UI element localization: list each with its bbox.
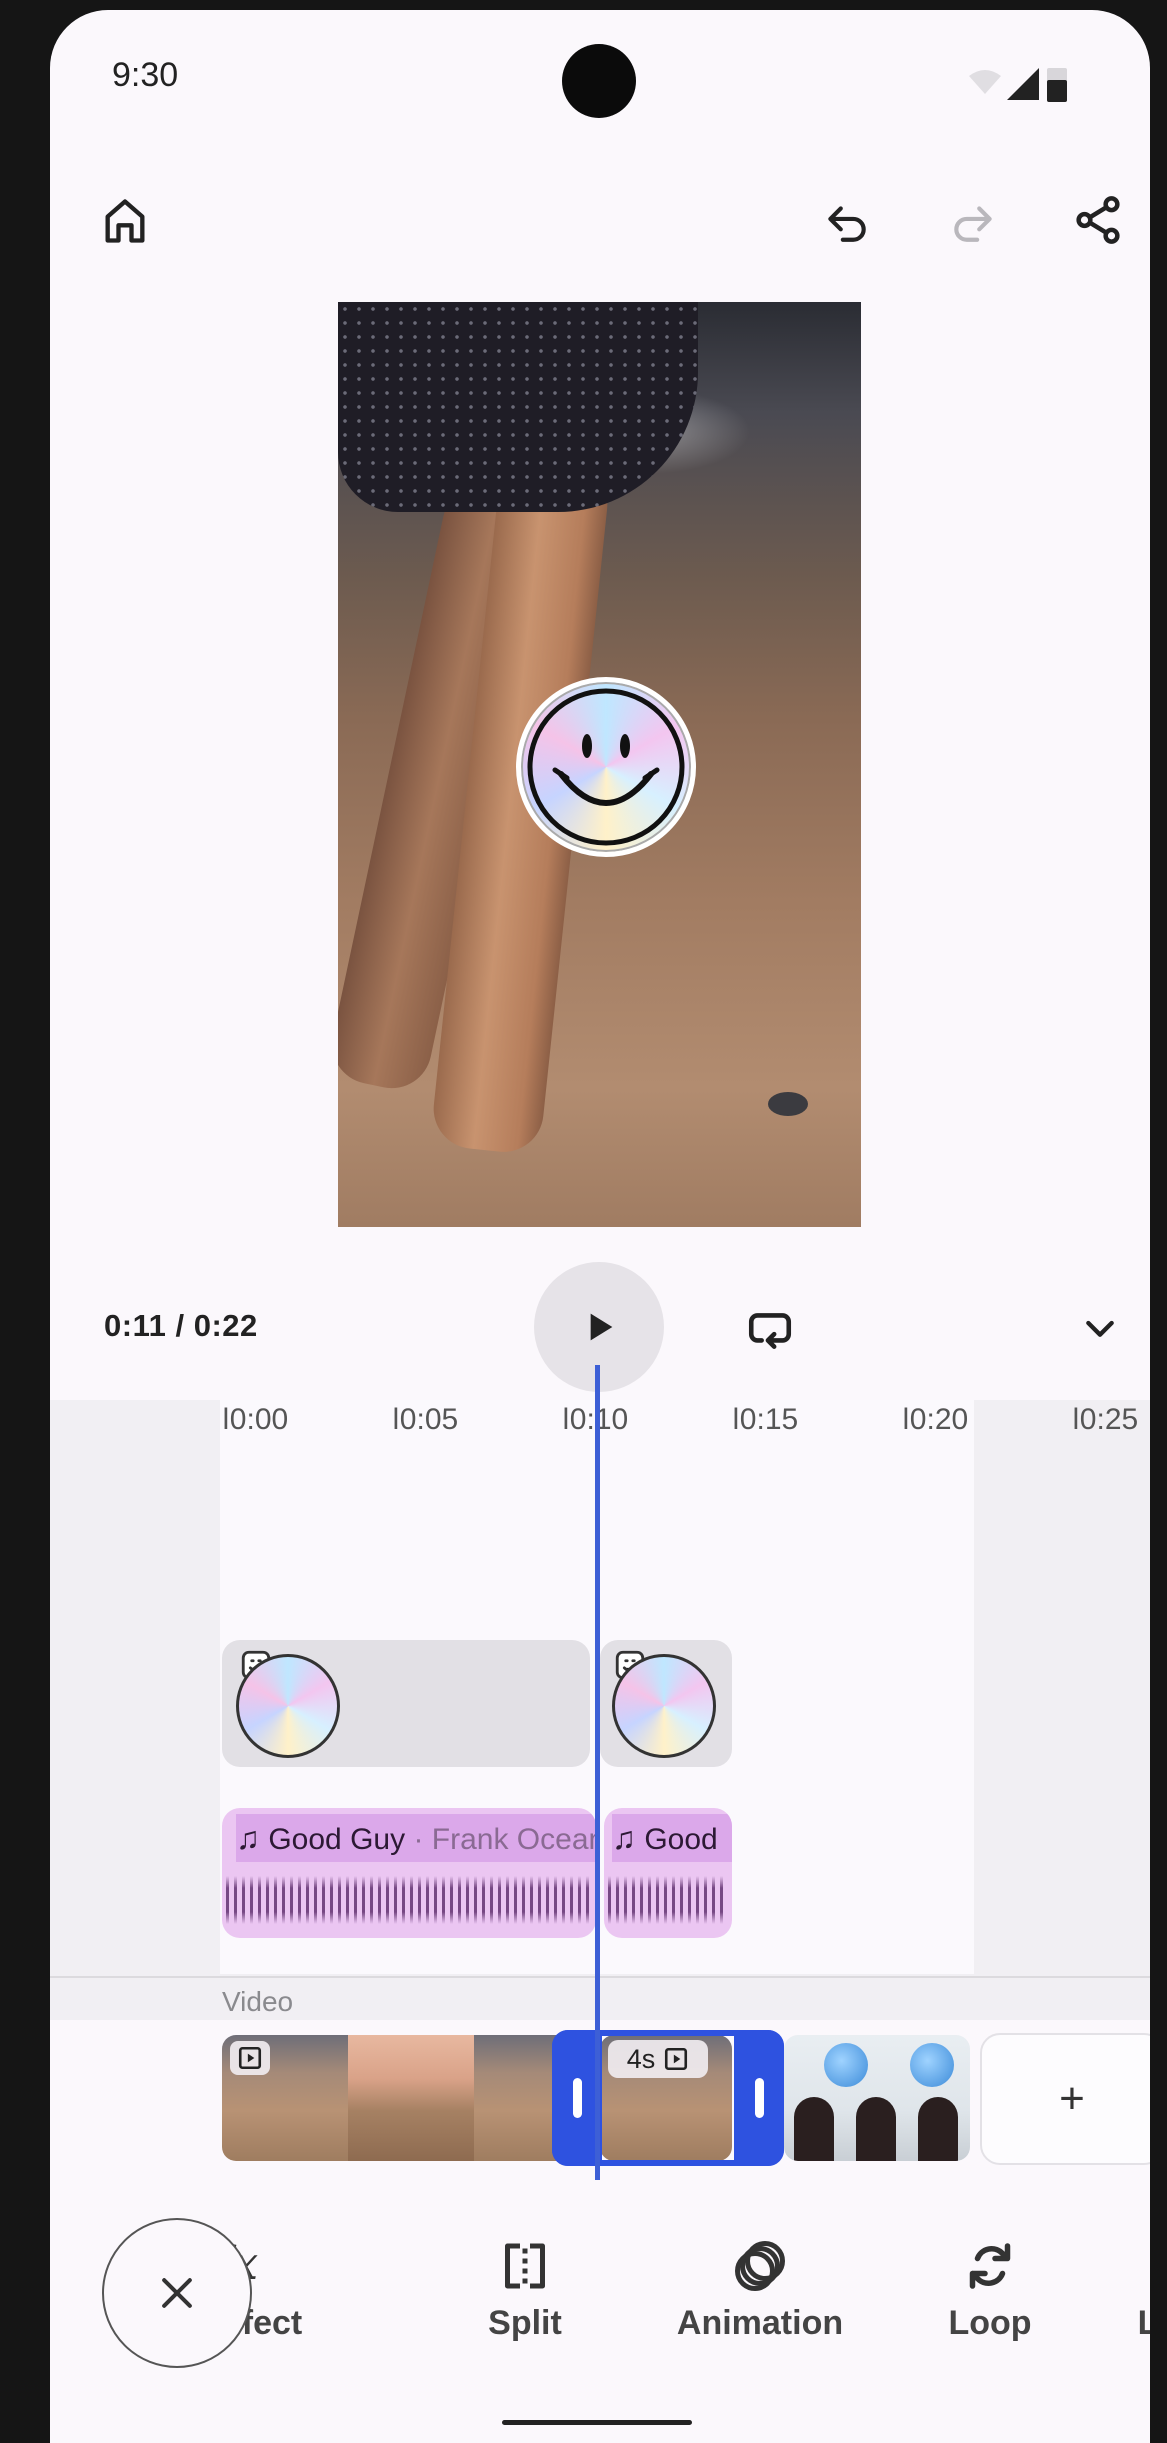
sticker-clip[interactable]: [222, 1640, 590, 1767]
wifi-icon: [969, 70, 1001, 94]
music-note-icon: ♫: [236, 1820, 260, 1856]
share-icon: [1076, 196, 1120, 244]
globe-icon: [824, 2043, 868, 2087]
gesture-bar[interactable]: [502, 2420, 692, 2425]
total-time: 0:22: [193, 1308, 258, 1343]
tool-label: L: [1137, 2304, 1150, 2342]
audio-clip[interactable]: ♫ Good: [604, 1808, 732, 1938]
front-camera: [562, 44, 636, 118]
current-time: 0:11: [104, 1308, 167, 1343]
sticker-clip[interactable]: [600, 1640, 732, 1767]
add-clip-button[interactable]: +: [980, 2033, 1150, 2165]
chevron-down-icon: [1086, 1320, 1114, 1337]
trim-handle-right[interactable]: [734, 2030, 784, 2166]
undo-button[interactable]: [812, 186, 882, 256]
ruler-tick: ǀ0:25: [1072, 1403, 1139, 1436]
ruler-tick: ǀ0:20: [902, 1403, 969, 1436]
video-type-icon: [665, 2047, 688, 2071]
close-icon: [162, 2278, 192, 2308]
ruler-tick: ǀ0:05: [392, 1403, 459, 1436]
video-preview[interactable]: [338, 302, 861, 1227]
playhead[interactable]: [595, 1365, 600, 2180]
song-name: Good Guy: [268, 1823, 406, 1856]
tool-animation[interactable]: Animation: [665, 2236, 855, 2343]
collapse-button[interactable]: [1070, 1298, 1130, 1358]
smiley-sticker[interactable]: [516, 677, 696, 857]
status-icons: [965, 62, 1085, 111]
ruler-tick: ǀ0:15: [732, 1403, 799, 1436]
close-tools-button[interactable]: [102, 2218, 252, 2368]
phone-screen: 9:30 0:11 / 0:22 ǀ0:00 ǀ0:05 ǀ ǀ0:15 ǀ0:…: [50, 10, 1150, 2443]
audio-waveform: [608, 1870, 728, 1930]
track-divider: [50, 1976, 1150, 1978]
tool-label: Animation: [676, 2304, 844, 2342]
video-type-icon: [230, 2041, 270, 2075]
preview-loop-button[interactable]: [740, 1300, 800, 1360]
artist-name: Frank Ocean: [431, 1823, 596, 1856]
loop-preview-icon: [748, 1313, 792, 1349]
globe-icon: [910, 2043, 954, 2087]
play-icon: [590, 1313, 613, 1341]
audio-clip-title: ♫ Good Guy · Frank Ocean: [236, 1814, 596, 1862]
home-button[interactable]: [90, 186, 160, 256]
redo-icon: [954, 206, 992, 242]
selfie-person: [918, 2097, 958, 2161]
sticker-thumbnail: [612, 1654, 716, 1758]
video-clip[interactable]: [784, 2035, 970, 2161]
undo-icon: [828, 206, 866, 242]
tool-label: Split: [488, 2304, 562, 2342]
home-icon: [105, 199, 145, 243]
video-frame: [348, 2035, 474, 2161]
audio-clip-title: ♫ Good: [612, 1814, 732, 1862]
tool-more[interactable]: L: [1128, 2236, 1150, 2343]
video-track-label: Video: [222, 1986, 294, 2017]
selfie-person: [794, 2097, 834, 2161]
selfie-person: [856, 2097, 896, 2161]
clip-duration-badge: 4s: [608, 2040, 708, 2078]
smiley-face-icon: [527, 688, 685, 846]
time-separator: /: [175, 1308, 185, 1343]
tool-loop[interactable]: Loop: [930, 2236, 1050, 2343]
loop-icon: [969, 2243, 1011, 2289]
animation-icon: [735, 2241, 785, 2291]
split-icon: [505, 2243, 545, 2289]
audio-clip[interactable]: ♫ Good Guy · Frank Ocean: [222, 1808, 596, 1938]
status-time: 9:30: [112, 56, 179, 94]
sticker-thumbnail: [236, 1654, 340, 1758]
share-button[interactable]: [1062, 184, 1134, 256]
playback-time: 0:11 / 0:22: [104, 1308, 258, 1344]
tool-split[interactable]: Split: [465, 2236, 585, 2343]
clip-duration: 4s: [626, 2043, 656, 2074]
ruler-tick: ǀ0:00: [222, 1403, 289, 1436]
signal-icon: [1007, 68, 1039, 100]
tool-label: Loop: [948, 2304, 1032, 2342]
title-separator: ·: [413, 1823, 424, 1856]
music-note-icon: ♫: [612, 1820, 636, 1856]
battery-icon: [1047, 80, 1067, 102]
video-clip[interactable]: [222, 2035, 600, 2161]
song-name: Good: [644, 1823, 718, 1856]
audio-waveform: [226, 1870, 592, 1930]
preview-dress: [338, 302, 698, 512]
redo-button[interactable]: [938, 186, 1008, 256]
preview-pebble: [768, 1092, 808, 1116]
